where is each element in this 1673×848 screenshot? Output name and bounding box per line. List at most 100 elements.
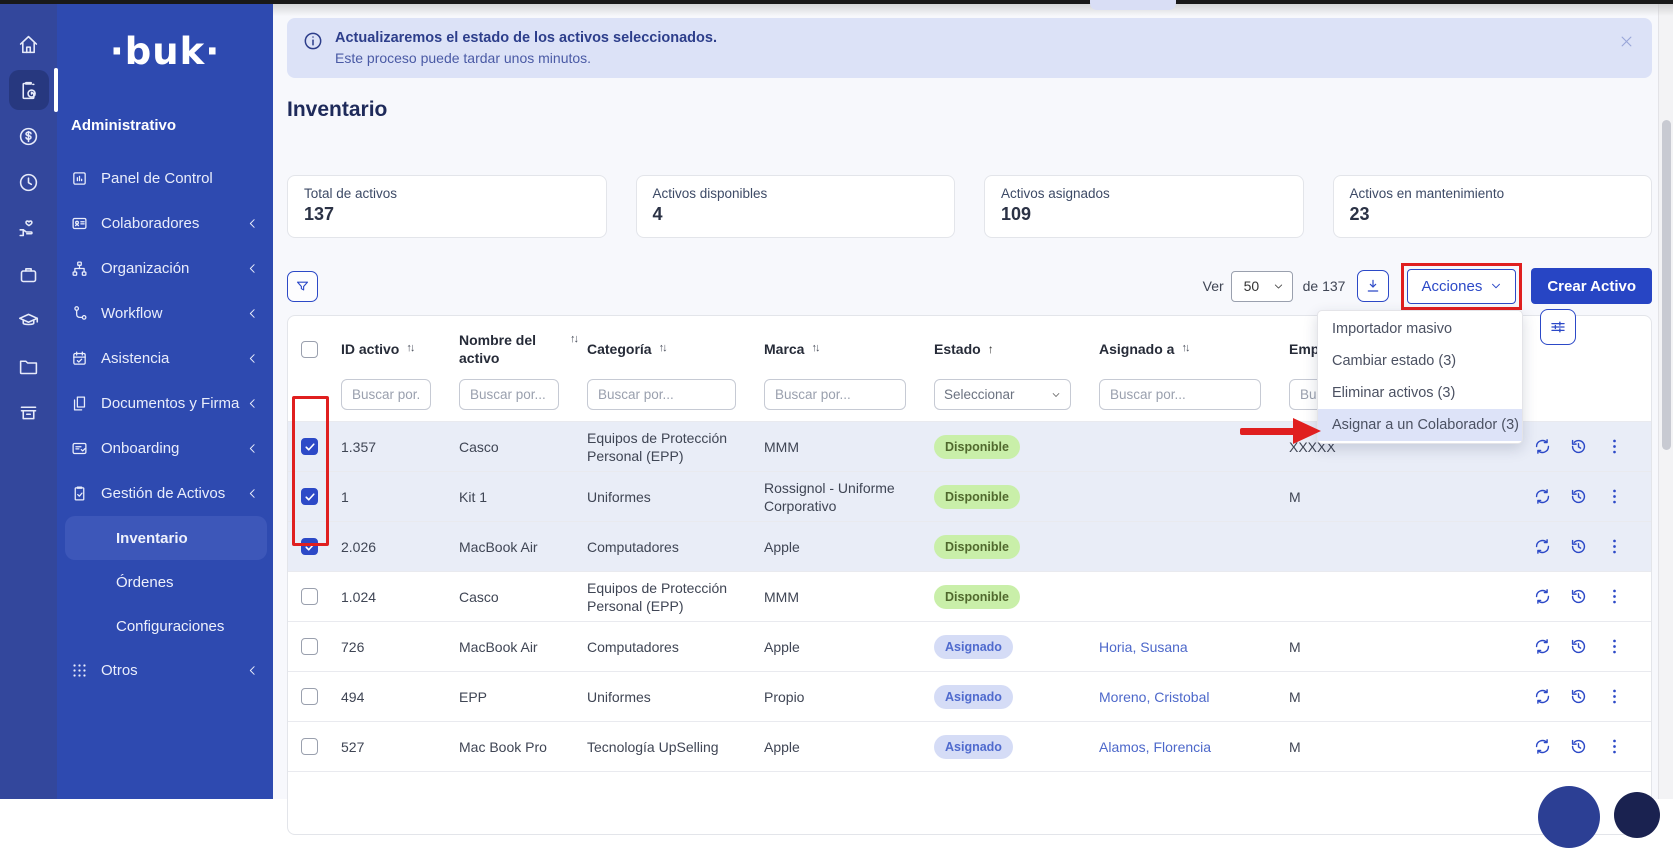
row-checkbox[interactable] <box>301 638 318 655</box>
sidebar-item-label: Otros <box>101 662 138 679</box>
column-settings-button[interactable] <box>1540 309 1576 345</box>
rail-item-graduation-cap[interactable] <box>9 300 49 340</box>
sidebar-item-label: Panel de Control <box>101 170 213 187</box>
rail-item-folder[interactable] <box>9 346 49 386</box>
sidebar-subitem-configuraciones[interactable]: Configuraciones <box>65 604 267 648</box>
calendar-check-icon <box>71 350 89 367</box>
close-icon[interactable] <box>1619 34 1634 49</box>
filter-input-asignado-a[interactable] <box>1099 379 1261 410</box>
sync-icon[interactable] <box>1533 687 1552 706</box>
sync-icon[interactable] <box>1533 737 1552 756</box>
column-header-marca[interactable]: Marca ↑↓ <box>764 341 934 359</box>
history-icon[interactable] <box>1569 587 1588 606</box>
sidebar-item-gesti-n-de-activos[interactable]: Gestión de Activos <box>57 471 273 516</box>
sidebar-item-panel-de-control[interactable]: Panel de Control <box>57 156 273 201</box>
sidebar-subitem-inventario[interactable]: Inventario <box>65 516 267 560</box>
history-icon[interactable] <box>1569 687 1588 706</box>
row-checkbox[interactable] <box>301 538 318 555</box>
row-checkbox[interactable] <box>301 688 318 705</box>
column-header-estado[interactable]: Estado ↑ <box>934 341 1099 359</box>
sidebar-item-otros[interactable]: Otros <box>57 648 273 693</box>
sort-icon[interactable]: ↑↓ <box>406 341 413 356</box>
filter-input-nombre-del-activo[interactable] <box>459 379 559 410</box>
kebab-icon[interactable] <box>1605 587 1624 606</box>
filter-input-categor-a[interactable] <box>587 379 736 410</box>
download-button[interactable] <box>1357 270 1389 302</box>
history-icon[interactable] <box>1569 737 1588 756</box>
kebab-icon[interactable] <box>1605 737 1624 756</box>
chevron-down-icon <box>1273 281 1284 292</box>
row-checkbox[interactable] <box>301 488 318 505</box>
sync-icon[interactable] <box>1533 437 1552 456</box>
kebab-icon[interactable] <box>1605 487 1624 506</box>
cell-status: Asignado <box>934 685 1099 709</box>
sort-icon[interactable]: ↑↓ <box>1181 341 1188 356</box>
cell-name: MacBook Air <box>459 638 587 656</box>
menu-item-1[interactable]: Cambiar estado (3) <box>1318 345 1522 377</box>
select-all-checkbox[interactable] <box>301 341 318 358</box>
history-icon[interactable] <box>1569 487 1588 506</box>
sync-icon[interactable] <box>1533 587 1552 606</box>
column-header-id-activo[interactable]: ID activo ↑↓ <box>341 341 459 359</box>
table-row: 726 MacBook Air Computadores Apple Asign… <box>288 621 1651 671</box>
stats-cards: Total de activos 137 Activos disponibles… <box>287 175 1652 238</box>
filter-input-marca[interactable] <box>764 379 906 410</box>
menu-item-0[interactable]: Importador masivo <box>1318 313 1522 345</box>
sort-icon[interactable]: ↑↓ <box>659 341 666 356</box>
rail-item-archive[interactable] <box>9 392 49 432</box>
row-actions <box>1419 537 1651 556</box>
sync-icon[interactable] <box>1533 537 1552 556</box>
row-checkbox[interactable] <box>301 438 318 455</box>
sidebar-item-documentos-y-firma[interactable]: Documentos y Firma <box>57 381 273 426</box>
rail-item-briefcase[interactable] <box>9 254 49 294</box>
cell-id: 494 <box>341 688 459 706</box>
sort-icon[interactable]: ↑↓ <box>811 341 818 356</box>
rail-item-home[interactable] <box>9 24 49 64</box>
kebab-icon[interactable] <box>1605 637 1624 656</box>
sort-icon[interactable]: ↑ <box>988 341 994 357</box>
rail-item-clock[interactable] <box>9 162 49 202</box>
sidebar-subitem--rdenes[interactable]: Órdenes <box>65 560 267 604</box>
sidebar-item-onboarding[interactable]: Onboarding <box>57 426 273 471</box>
scrollbar-thumb[interactable] <box>1662 120 1671 450</box>
menu-item-3[interactable]: Asignar a un Colaborador (3) <box>1318 409 1522 441</box>
sort-icon[interactable]: ↑↓ <box>570 332 577 347</box>
filter-input-id-activo[interactable] <box>341 379 431 410</box>
sidebar-item-asistencia[interactable]: Asistencia <box>57 336 273 381</box>
header-checkbox-cell <box>301 341 341 358</box>
acciones-button[interactable]: Acciones <box>1407 269 1516 304</box>
cell-name: Kit 1 <box>459 488 587 506</box>
sidebar-item-label: Documentos y Firma <box>101 395 239 412</box>
rail-item-dollar-circle[interactable] <box>9 116 49 156</box>
sidebar-item-organizaci-n[interactable]: Organización <box>57 246 273 291</box>
filter-button[interactable] <box>287 271 318 302</box>
sync-icon[interactable] <box>1533 637 1552 656</box>
status-badge: Asignado <box>934 735 1013 759</box>
assigned-person-link[interactable]: Horia, Susana <box>1099 639 1188 655</box>
history-icon[interactable] <box>1569 537 1588 556</box>
row-checkbox[interactable] <box>301 738 318 755</box>
history-icon[interactable] <box>1569 637 1588 656</box>
sidebar-item-workflow[interactable]: Workflow <box>57 291 273 336</box>
assigned-person-link[interactable]: Alamos, Florencia <box>1099 739 1211 755</box>
kebab-icon[interactable] <box>1605 537 1624 556</box>
documents-icon <box>71 395 89 412</box>
row-checkbox[interactable] <box>301 588 318 605</box>
column-header-asignado-a[interactable]: Asignado a ↑↓ <box>1099 341 1289 359</box>
menu-item-2[interactable]: Eliminar activos (3) <box>1318 377 1522 409</box>
floating-action-button[interactable] <box>1538 786 1600 848</box>
assigned-person-link[interactable]: Moreno, Cristobal <box>1099 689 1210 705</box>
cell-brand: MMM <box>764 588 934 606</box>
sidebar-item-colaboradores[interactable]: Colaboradores <box>57 201 273 246</box>
crear-activo-button[interactable]: Crear Activo <box>1531 268 1652 304</box>
column-header-nombre-del-activo[interactable]: Nombre del activo ↑↓ <box>459 332 587 367</box>
page-size-select[interactable]: 50 <box>1231 271 1293 302</box>
column-header-categor-a[interactable]: Categoría ↑↓ <box>587 341 764 359</box>
history-icon[interactable] <box>1569 437 1588 456</box>
estado-filter-select[interactable]: Seleccionar <box>934 379 1071 410</box>
kebab-icon[interactable] <box>1605 687 1624 706</box>
rail-item-hand-heart[interactable] <box>9 208 49 248</box>
rail-item-clipboard-clock[interactable] <box>9 70 49 110</box>
sync-icon[interactable] <box>1533 487 1552 506</box>
kebab-icon[interactable] <box>1605 437 1624 456</box>
